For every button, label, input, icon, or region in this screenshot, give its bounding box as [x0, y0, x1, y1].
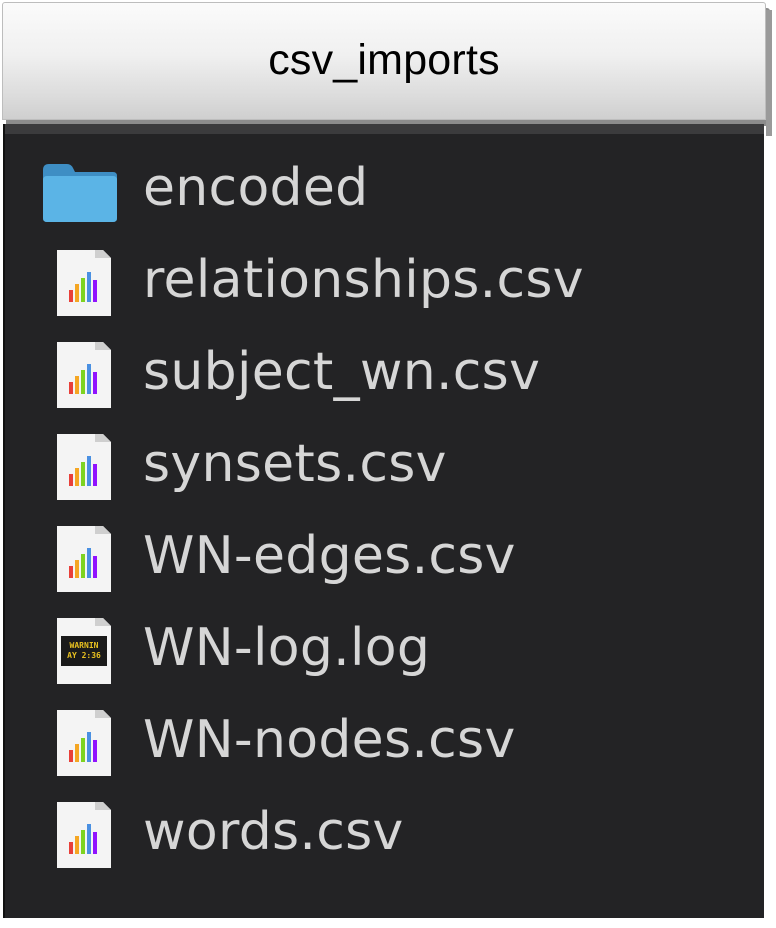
- list-item-synsets-csv[interactable]: synsets.csv: [5, 420, 764, 512]
- file-name: relationships.csv: [143, 250, 584, 310]
- list-item-subject-wn-csv[interactable]: subject_wn.csv: [5, 328, 764, 420]
- folder-icon: [39, 158, 119, 224]
- file-name: subject_wn.csv: [143, 342, 541, 402]
- csv-file-icon: [39, 794, 119, 874]
- file-name: synsets.csv: [143, 434, 447, 494]
- file-name: WN-log.log: [143, 618, 431, 678]
- file-name: words.csv: [143, 802, 404, 862]
- titlebar-shadow: [766, 10, 772, 136]
- svg-text:AY 2:36: AY 2:36: [67, 651, 101, 660]
- csv-file-icon: [39, 334, 119, 414]
- window-title: csv_imports: [268, 35, 500, 84]
- window-titlebar[interactable]: csv_imports: [2, 2, 766, 120]
- file-list: encoded relationships.csv subject_wn.csv…: [5, 124, 764, 918]
- file-name: WN-nodes.csv: [143, 710, 516, 770]
- csv-file-icon: [39, 702, 119, 782]
- log-file-icon: WARNIN AY 2:36: [39, 610, 119, 690]
- csv-file-icon: [39, 426, 119, 506]
- csv-file-icon: [39, 242, 119, 322]
- csv-file-icon: [39, 518, 119, 598]
- list-item-wn-edges-csv[interactable]: WN-edges.csv: [5, 512, 764, 604]
- svg-text:WARNIN: WARNIN: [70, 641, 99, 650]
- file-name: encoded: [143, 158, 369, 218]
- list-item-wn-nodes-csv[interactable]: WN-nodes.csv: [5, 696, 764, 788]
- list-item-relationships-csv[interactable]: relationships.csv: [5, 236, 764, 328]
- file-name: WN-edges.csv: [143, 526, 516, 586]
- list-item-encoded[interactable]: encoded: [5, 144, 764, 236]
- list-item-words-csv[interactable]: words.csv: [5, 788, 764, 880]
- list-item-wn-log-log[interactable]: WARNIN AY 2:36 WN-log.log: [5, 604, 764, 696]
- finder-window: csv_imports encoded relationships.csv su…: [0, 0, 776, 928]
